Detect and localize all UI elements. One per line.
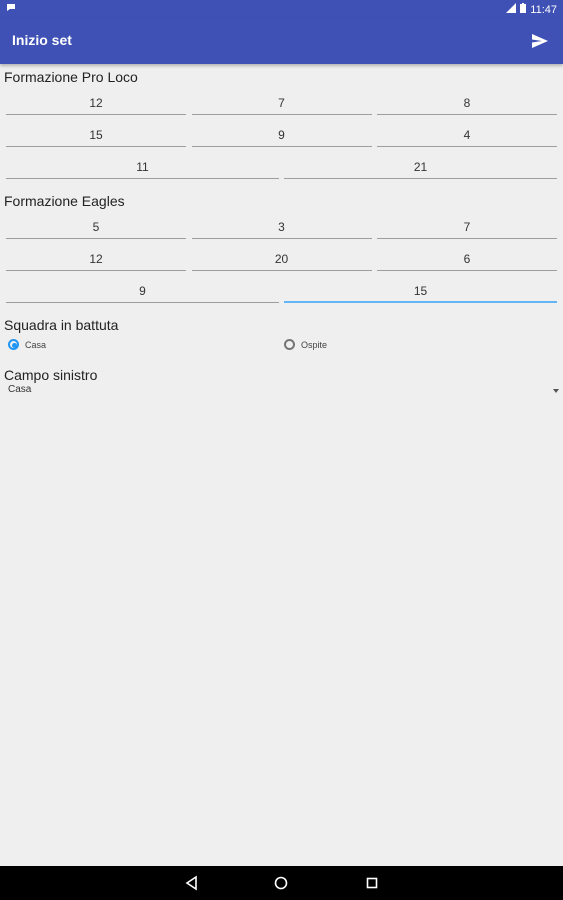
player-field[interactable]: 12: [6, 248, 186, 271]
team-away-row-2: 12 20 6: [6, 248, 557, 271]
page-title: Inizio set: [12, 32, 72, 48]
navigation-bar: [0, 866, 563, 900]
player-field[interactable]: 6: [377, 248, 557, 271]
left-field-dropdown[interactable]: Casa: [8, 384, 559, 400]
back-icon[interactable]: [184, 875, 200, 891]
radio-checked-icon[interactable]: [8, 339, 19, 350]
player-field[interactable]: 20: [191, 248, 372, 271]
radio-unchecked-icon[interactable]: [284, 339, 295, 350]
radio-label: Casa: [25, 339, 47, 350]
left-field-title: Campo sinistro: [4, 367, 98, 383]
player-field[interactable]: 7: [191, 92, 372, 115]
serving-title: Squadra in battuta: [4, 317, 119, 333]
player-field[interactable]: 21: [284, 156, 557, 179]
home-icon[interactable]: [273, 875, 289, 891]
player-field[interactable]: 15: [6, 124, 186, 147]
player-field[interactable]: 8: [377, 92, 557, 115]
team-away-title: Formazione Eagles: [4, 193, 125, 209]
player-field[interactable]: 7: [377, 216, 557, 239]
player-field[interactable]: 5: [6, 216, 186, 239]
status-icons: 11:47: [506, 3, 557, 16]
player-field[interactable]: 12: [6, 92, 186, 115]
team-home-row-2: 15 9 4: [6, 124, 557, 147]
send-icon[interactable]: [531, 32, 549, 50]
app-bar: Inizio set: [0, 18, 563, 64]
player-field[interactable]: 3: [191, 216, 372, 239]
player-field[interactable]: 4: [377, 124, 557, 147]
notification-icon: [6, 2, 16, 15]
recents-icon[interactable]: [364, 875, 380, 891]
player-field[interactable]: 9: [6, 280, 279, 303]
radio-label: Ospite: [301, 339, 328, 350]
status-bar: 11:47: [0, 0, 563, 18]
battery-icon: [520, 3, 527, 16]
dropdown-arrow-icon[interactable]: [553, 389, 559, 393]
radio-ospite[interactable]: Ospite: [284, 339, 327, 350]
team-away-row-3: 9 15: [6, 280, 557, 303]
clock: 11:47: [530, 3, 557, 16]
radio-casa[interactable]: Casa: [8, 339, 46, 350]
signal-icon: [506, 3, 517, 16]
team-home-row-3: 11 21: [6, 156, 557, 179]
team-home-row-1: 12 7 8: [6, 92, 557, 115]
player-field-focused[interactable]: 15: [284, 280, 557, 303]
team-away-row-1: 5 3 7: [6, 216, 557, 239]
player-field[interactable]: 9: [191, 124, 372, 147]
player-field[interactable]: 11: [6, 156, 279, 179]
dropdown-value: Casa: [8, 384, 32, 395]
team-home-title: Formazione Pro Loco: [4, 69, 138, 85]
